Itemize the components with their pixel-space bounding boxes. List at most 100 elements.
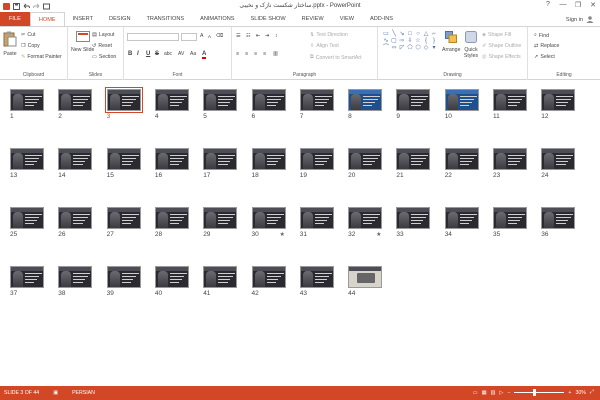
slide-thumbnail-cell[interactable]: 26 — [58, 207, 96, 247]
slide-thumbnail-cell[interactable]: 29 — [203, 207, 241, 247]
tab-file[interactable]: FILE — [0, 12, 30, 26]
slide-thumbnail-cell[interactable]: 33 — [396, 207, 434, 247]
slide-thumbnail[interactable] — [396, 207, 431, 229]
slide-thumbnail-cell[interactable]: 10 — [444, 89, 483, 129]
underline-button[interactable]: U — [146, 51, 150, 57]
slide-thumbnail[interactable] — [58, 266, 93, 288]
start-from-beginning-icon[interactable] — [43, 3, 50, 10]
cut-button[interactable]: ✂ Cut — [21, 32, 35, 38]
slide-thumbnail[interactable] — [493, 207, 527, 229]
slide-thumbnail-cell[interactable]: 40 — [154, 266, 193, 306]
slide-thumbnail[interactable] — [444, 148, 479, 170]
slide-thumbnail[interactable] — [251, 89, 286, 111]
shrink-font-button[interactable]: A — [208, 34, 211, 39]
zoom-out-button[interactable]: − — [507, 390, 510, 396]
slide-thumbnail-cell[interactable]: 28 — [154, 207, 193, 247]
slide-thumbnail[interactable] — [396, 148, 431, 170]
slide-thumbnail-cell[interactable]: 3 — [104, 87, 145, 129]
slide-thumbnail-cell[interactable]: 18 — [251, 148, 290, 188]
align-text-button[interactable]: ⇳ Align Text — [310, 43, 339, 49]
shape-outline-button[interactable]: ✐ Shape Outline — [482, 43, 521, 49]
convert-to-smartart-button[interactable]: ⧉ Convert to SmartArt — [310, 54, 362, 61]
slide-thumbnail-cell[interactable]: 43 — [299, 266, 338, 306]
spelling-icon[interactable]: ▣ — [53, 390, 58, 396]
font-color-button[interactable]: A — [202, 51, 207, 59]
slide-thumbnail-cell[interactable]: 15 — [106, 148, 145, 188]
shape-effects-button[interactable]: ◎ Shape Effects — [482, 54, 521, 60]
slide-thumbnail-cell[interactable]: 14 — [58, 148, 96, 188]
fit-to-window-icon[interactable]: ⤢ — [590, 389, 594, 396]
slide-thumbnail[interactable] — [299, 148, 334, 170]
slide-thumbnail[interactable] — [10, 148, 44, 170]
slide-thumbnail-cell[interactable]: 22 — [444, 148, 483, 188]
find-button[interactable]: ⌕ Find — [534, 32, 549, 39]
slide-thumbnail-cell[interactable]: 42 — [251, 266, 290, 306]
shapes-gallery[interactable]: ▭ ╲ ↘ □ ○ △ ⌐ ∿ ▢ ⇨ ⇩ ☆{} ⌒ ⬄ ◸ ⬠ ⬡ ◇ ▾ — [382, 31, 438, 59]
text-shadow-button[interactable]: abc — [164, 51, 172, 57]
reading-view-icon[interactable]: ▥ — [490, 390, 495, 396]
slide-thumbnail[interactable] — [348, 266, 383, 288]
slide-thumbnail[interactable] — [444, 89, 479, 111]
tab-home[interactable]: HOME — [29, 12, 65, 26]
tab-view[interactable]: VIEW — [332, 12, 362, 26]
italic-button[interactable]: I — [137, 51, 139, 57]
text-direction-button[interactable]: ⇅ Text Direction — [310, 32, 348, 38]
tab-transitions[interactable]: TRANSITIONS — [138, 12, 192, 26]
slide-thumbnail[interactable] — [348, 89, 383, 111]
slide-thumbnail[interactable] — [58, 207, 93, 229]
undo-icon[interactable] — [23, 3, 30, 10]
clear-formatting-button[interactable]: ⌫ — [216, 33, 223, 39]
justify-button[interactable]: ≡ — [263, 51, 266, 57]
font-name-select[interactable] — [127, 33, 179, 41]
slide-thumbnail-cell[interactable]: 1 — [10, 89, 48, 129]
slide-thumbnail[interactable] — [10, 89, 44, 111]
slide-thumbnail-cell[interactable]: 27 — [106, 207, 145, 247]
slide-thumbnail[interactable] — [348, 148, 383, 170]
change-case-button[interactable]: Aa — [190, 51, 196, 57]
increase-indent-button[interactable]: ⇥ — [265, 33, 269, 39]
slide-thumbnail-cell[interactable]: 5 — [203, 89, 241, 129]
slide-thumbnail[interactable] — [154, 148, 189, 170]
slide-show-view-icon[interactable]: ▷ — [499, 390, 503, 396]
zoom-slider-handle[interactable] — [532, 389, 536, 396]
animation-star-icon[interactable]: ★ — [376, 231, 381, 238]
slide-thumbnail[interactable] — [10, 207, 44, 229]
decrease-indent-button[interactable]: ⇤ — [256, 33, 260, 39]
slide-thumbnail[interactable] — [444, 207, 479, 229]
slide-thumbnail[interactable] — [299, 89, 334, 111]
restore-button[interactable]: ❐ — [573, 1, 583, 9]
slide-thumbnail[interactable] — [203, 266, 238, 288]
slide-thumbnail-cell[interactable]: 11 — [493, 89, 531, 129]
slide-thumbnail[interactable] — [58, 89, 93, 111]
slide-thumbnail-cell[interactable]: 7 — [299, 89, 338, 129]
slide-thumbnail-cell[interactable]: 9 — [396, 89, 434, 129]
character-spacing-button[interactable]: AV — [178, 51, 184, 57]
reset-button[interactable]: ↺ Reset — [92, 43, 112, 49]
slide-thumbnail[interactable] — [348, 207, 383, 229]
slide-thumbnail[interactable] — [203, 89, 238, 111]
slide-thumbnail[interactable] — [106, 266, 141, 288]
tab-add-ins[interactable]: ADD-INS — [362, 12, 401, 26]
bold-button[interactable]: B — [128, 51, 132, 57]
format-painter-button[interactable]: ✎ Format Painter — [21, 54, 62, 60]
sign-in-link[interactable]: Sign in — [566, 15, 594, 25]
shape-fill-button[interactable]: ◈ Shape Fill — [482, 32, 511, 38]
slide-thumbnail-cell[interactable]: 35 — [493, 207, 531, 247]
slide-thumbnail[interactable] — [299, 207, 334, 229]
slide-thumbnail[interactable] — [493, 148, 527, 170]
slide-thumbnail-cell[interactable]: 32 ★ — [348, 207, 386, 247]
slide-thumbnail[interactable] — [541, 148, 576, 170]
zoom-slider[interactable] — [514, 389, 565, 396]
font-size-select[interactable] — [181, 33, 197, 41]
align-right-button[interactable]: ≡ — [254, 51, 257, 57]
slide-thumbnail[interactable] — [299, 266, 334, 288]
slide-thumbnail-cell[interactable]: 41 — [203, 266, 241, 306]
strikethrough-button[interactable]: S — [155, 51, 159, 57]
slide-thumbnail-cell[interactable]: 24 — [541, 148, 579, 188]
slide-thumbnail-cell[interactable]: 34 — [444, 207, 483, 247]
slide-thumbnail-cell[interactable]: 4 — [154, 89, 193, 129]
slide-thumbnail[interactable] — [106, 148, 141, 170]
slide-thumbnail-cell[interactable]: 36 — [541, 207, 579, 247]
slide-thumbnail[interactable] — [251, 266, 286, 288]
slide-thumbnail-cell[interactable]: 38 — [58, 266, 96, 306]
